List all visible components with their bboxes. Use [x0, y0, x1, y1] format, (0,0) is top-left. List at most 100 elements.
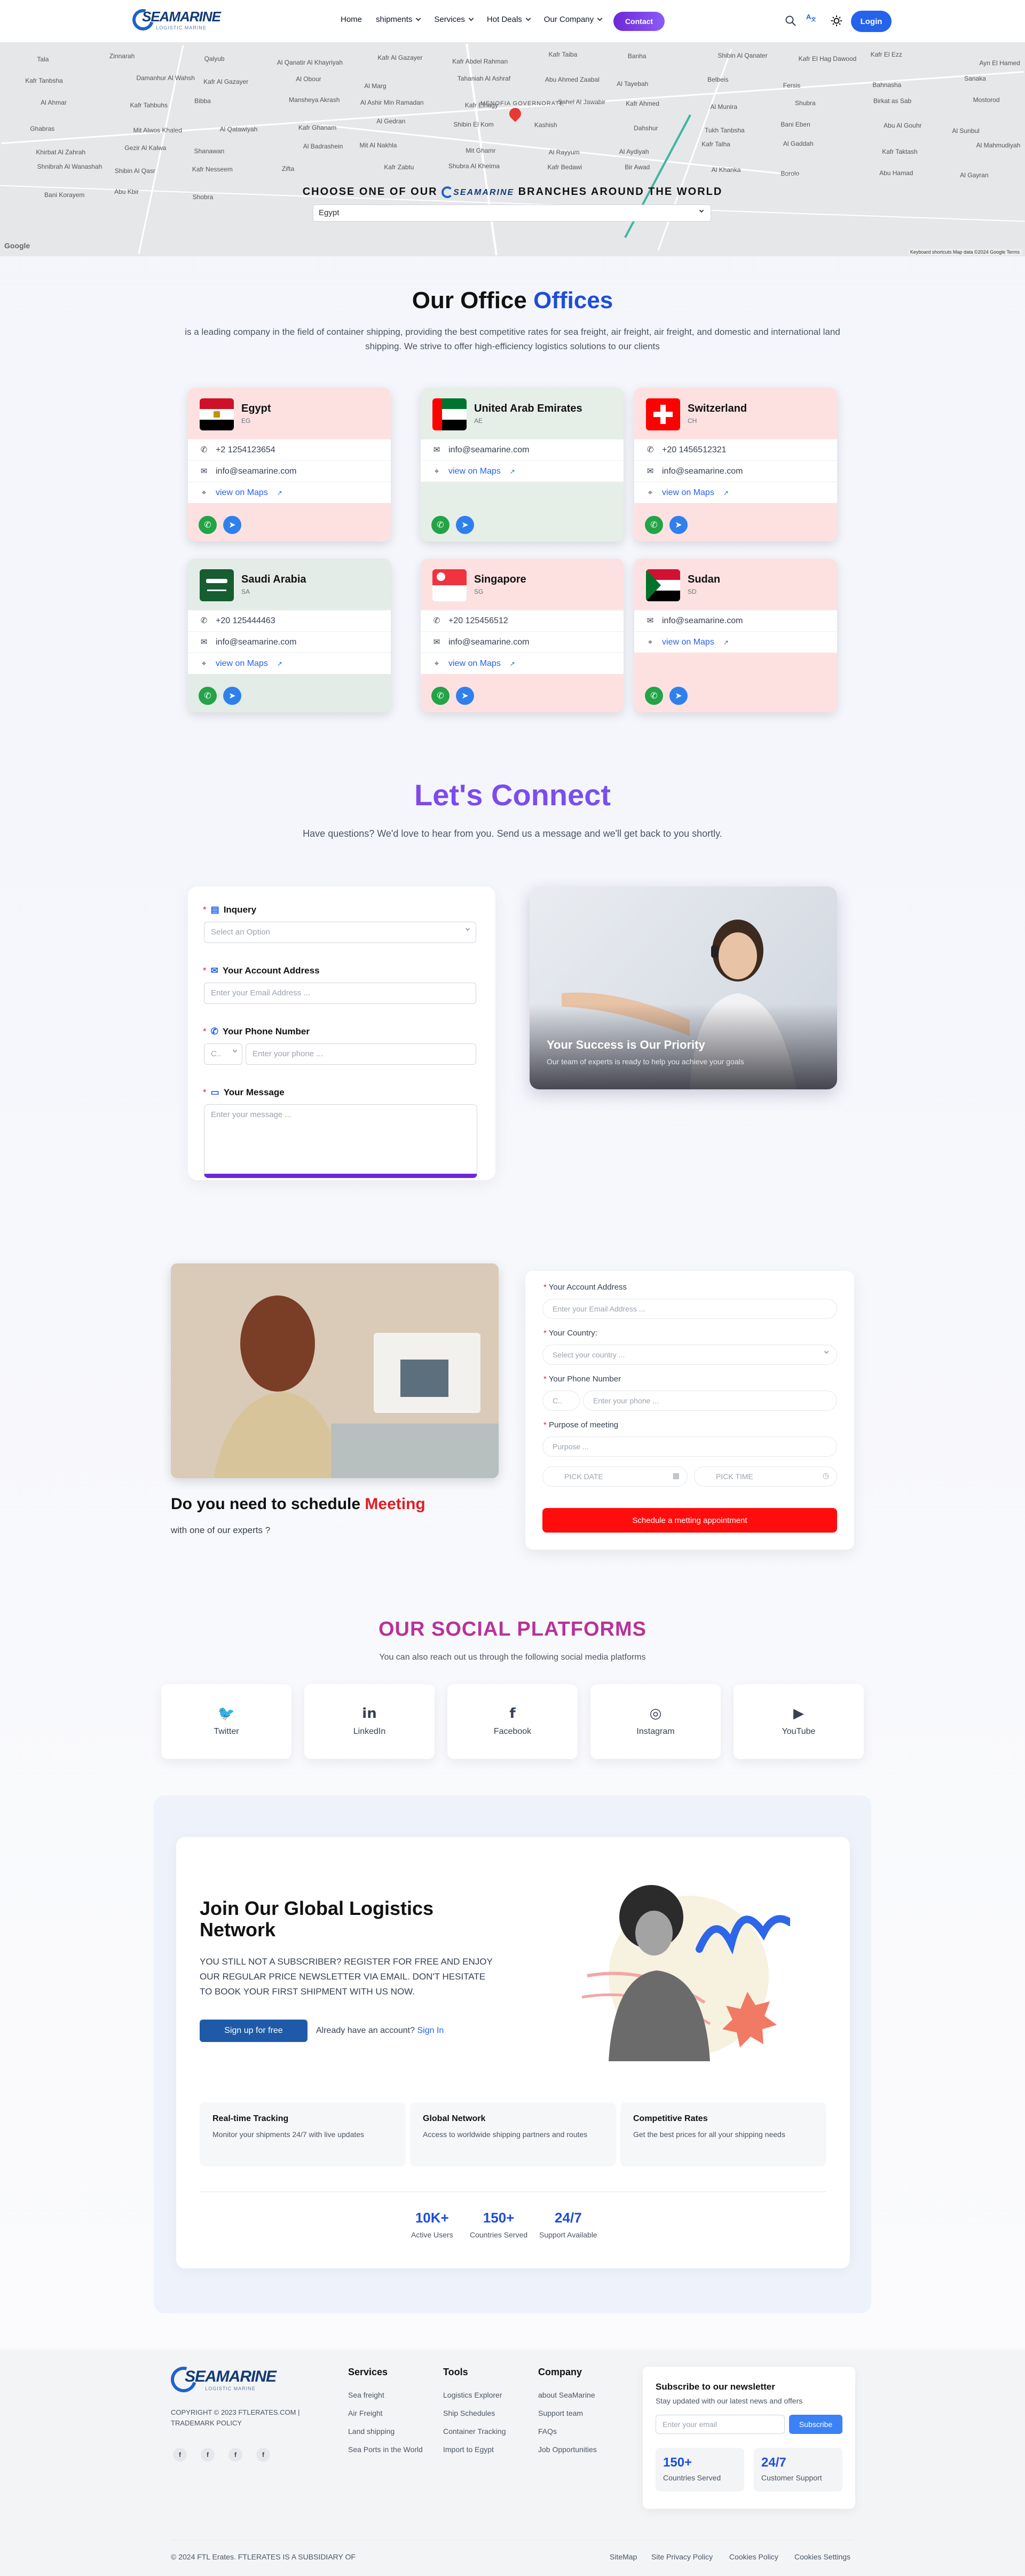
nav-our-company[interactable]: Our Company [544, 15, 603, 24]
signin-link[interactable]: Sign In [417, 2026, 444, 2035]
telegram-icon[interactable]: ➤ [669, 516, 688, 534]
office-phone[interactable]: ✆ +20 1456512321 [634, 439, 837, 460]
site-logo[interactable]: SEAMARINE LOGISTIC MARINE [128, 5, 221, 34]
footer-legal-link[interactable]: Cookies Settings [794, 2553, 850, 2561]
facebook-icon[interactable]: f [201, 2448, 215, 2462]
video-call-photo [171, 1263, 499, 1478]
whatsapp-icon[interactable]: ✆ [199, 516, 217, 534]
social-label: Instagram [636, 1727, 675, 1736]
office-phone[interactable]: ✆ +20 125456512 [421, 610, 624, 631]
map-place-label: Damanhur Al Wahsh [136, 74, 195, 82]
branches-map[interactable]: Tala Zinnarah Qalyub Al Qanatir Al Khayriya… [0, 43, 1025, 256]
footer-logo[interactable]: SEAMARINE LOGISTIC MARINE [166, 2362, 277, 2397]
social-card-instagram[interactable]: ◎ Instagram [590, 1684, 721, 1759]
theme-toggle-icon[interactable] [831, 15, 842, 27]
office-email[interactable]: ✉ info@seamarine.com [188, 460, 391, 482]
footer-copyright: COPYRIGHT © 2023 FTLERATES.COM | TRADEMA… [171, 2408, 300, 2427]
inquiry-select[interactable]: Select an Option [204, 922, 476, 943]
message-textarea[interactable]: Enter your message ... [204, 1104, 477, 1178]
document-icon: ▤ [210, 905, 219, 915]
office-email[interactable]: ✉ info@seamarine.com [188, 631, 391, 653]
office-maps-link[interactable]: ⌖ view on Maps ↗ [421, 653, 624, 674]
social-label: Twitter [214, 1727, 239, 1736]
telegram-icon[interactable]: ➤ [669, 687, 688, 705]
nav-home[interactable]: Home [341, 15, 362, 24]
signup-button[interactable]: Sign up for free [200, 2020, 308, 2042]
meeting-phone-field[interactable]: Enter your phone ... [583, 1391, 837, 1411]
meeting-date-picker[interactable]: PICK DATE ▦ [542, 1466, 688, 1487]
footer-link[interactable]: Sea freight [348, 2386, 384, 2404]
office-phone[interactable]: ✆ +20 125444463 [188, 610, 391, 631]
footer-legal-link[interactable]: SiteMap [610, 2553, 637, 2561]
map-attribution[interactable]: Keyboard shortcuts Map data ©2024 Google… [908, 249, 1022, 255]
email-field[interactable]: Enter your Email Address ... [204, 983, 476, 1004]
nav-hot-deals[interactable]: Hot Deals [487, 15, 531, 24]
social-card-youtube[interactable]: ▶ YouTube [734, 1684, 864, 1759]
office-country: Egypt [241, 403, 271, 414]
footer-link[interactable]: Air Freight [348, 2404, 383, 2422]
office-maps-link[interactable]: ⌖ view on Maps ↗ [421, 460, 624, 482]
facebook-icon[interactable]: f [256, 2448, 270, 2462]
whatsapp-icon[interactable]: ✆ [645, 687, 663, 705]
office-phone[interactable]: ✆ +2 1254123654 [188, 439, 391, 460]
office-country-code: EG [241, 417, 251, 425]
office-email[interactable]: ✉ info@seamarine.com [421, 439, 624, 460]
footer-link[interactable]: Container Tracking [443, 2422, 506, 2440]
footer-legal-link[interactable]: Cookies Policy [729, 2553, 778, 2561]
office-email[interactable]: ✉ info@seamarine.com [634, 460, 837, 482]
office-maps-link[interactable]: ⌖ view on Maps ↗ [188, 482, 391, 503]
office-maps-link[interactable]: ⌖ view on Maps ↗ [188, 653, 391, 674]
contact-button[interactable]: Contact [613, 12, 665, 31]
telegram-icon[interactable]: ➤ [456, 516, 474, 534]
footer-link[interactable]: about SeaMarine [538, 2386, 595, 2404]
mail-icon: ✉ [200, 466, 208, 476]
footer-link[interactable]: Land shipping [348, 2422, 395, 2440]
nav-services[interactable]: Services [434, 15, 474, 24]
footer-link[interactable]: Ship Schedules [443, 2404, 495, 2422]
whatsapp-icon[interactable]: ✆ [645, 516, 663, 534]
telegram-icon[interactable]: ➤ [223, 516, 241, 534]
meeting-email-label: * Your Account Address [543, 1283, 627, 1292]
footer-link[interactable]: Support team [538, 2404, 583, 2422]
facebook-icon[interactable]: f [228, 2448, 242, 2462]
nav-shipments[interactable]: shipments [376, 15, 421, 24]
phone-country-code[interactable]: C.. [204, 1043, 242, 1065]
language-icon[interactable]: A文 [806, 13, 819, 26]
map-place-label: Al Qanatir Al Khayriyah [277, 58, 343, 66]
footer-link[interactable]: Sea Ports in the World [348, 2440, 423, 2459]
meeting-time-picker[interactable]: PICK TIME ◷ [694, 1466, 837, 1487]
meeting-country-select[interactable]: Select your country ... [542, 1345, 837, 1365]
telegram-icon[interactable]: ➤ [456, 687, 474, 705]
whatsapp-icon[interactable]: ✆ [431, 516, 450, 534]
meeting-subtitle: with one of our experts ? [171, 1525, 271, 1535]
meeting-phone-code[interactable]: C.. [542, 1391, 580, 1411]
schedule-meeting-button[interactable]: Schedule a metting appointment [542, 1508, 837, 1533]
facebook-icon[interactable]: f [173, 2448, 187, 2462]
meeting-email-field[interactable]: Enter your Email Address ... [542, 1299, 837, 1319]
footer-link[interactable]: Logistics Explorer [443, 2386, 502, 2404]
phone-field[interactable]: Enter your phone ... [246, 1043, 476, 1065]
office-maps-link[interactable]: ⌖ view on Maps ↗ [634, 482, 837, 503]
office-maps-link[interactable]: ⌖ view on Maps ↗ [634, 631, 837, 653]
footer-link[interactable]: Job Opportunities [538, 2440, 597, 2459]
meeting-purpose-field[interactable]: Purpose ... [542, 1436, 837, 1457]
footer-link[interactable]: Import to Egypt [443, 2440, 494, 2459]
whatsapp-icon[interactable]: ✆ [199, 687, 217, 705]
telegram-icon[interactable]: ➤ [223, 687, 241, 705]
social-card-linkedin[interactable]: in LinkedIn [304, 1684, 435, 1759]
footer-legal-link[interactable]: Site Privacy Policy [651, 2553, 713, 2561]
search-icon[interactable] [785, 15, 797, 27]
office-email[interactable]: ✉ info@seamarine.com [421, 631, 624, 653]
whatsapp-icon[interactable]: ✆ [431, 687, 450, 705]
map-place-label: Al Obour [296, 75, 321, 83]
social-card-twitter[interactable]: 🐦 Twitter [161, 1684, 291, 1759]
login-button[interactable]: Login [851, 11, 892, 32]
branch-country-select[interactable]: Egypt [313, 205, 711, 222]
social-card-facebook[interactable]: f Facebook [447, 1684, 578, 1759]
office-email[interactable]: ✉ info@seamarine.com [634, 610, 837, 631]
footer-link[interactable]: FAQs [538, 2422, 557, 2440]
subscribe-button[interactable]: Subscribe [789, 2415, 842, 2434]
join-title: Join Our Global Logistics Network [200, 1897, 434, 1941]
newsletter-email-input[interactable]: Enter your email [656, 2415, 785, 2434]
map-place-label: Al Marg [364, 82, 387, 90]
